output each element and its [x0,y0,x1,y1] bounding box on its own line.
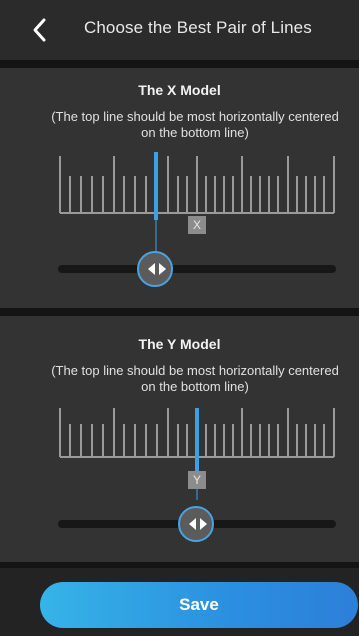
divider [0,562,359,568]
x-model-ruler [59,152,335,253]
back-button[interactable] [28,12,56,48]
left-right-arrows-icon [148,263,166,275]
chevron-left-icon [33,18,46,42]
left-right-arrows-icon [189,518,207,530]
x-top-line-marker [154,152,158,220]
y-model-slider-handle[interactable] [178,506,214,542]
x-model-slider-handle[interactable] [137,251,173,287]
y-top-line-marker [195,408,199,476]
x-bottom-scale [59,156,335,214]
save-button[interactable]: Save [40,582,358,628]
divider [0,308,359,316]
divider [0,60,359,68]
x-model-slider-track[interactable] [58,265,336,273]
y-model-panel: The Y Model (The top line should be most… [0,316,359,562]
y-model-description: (The top line should be most horizontall… [51,363,339,394]
x-model-title: The X Model [138,82,221,98]
header-bar: Choose the Best Pair of Lines [0,0,359,60]
page-title: Choose the Best Pair of Lines [84,18,312,37]
y-model-ruler [59,408,335,500]
y-model-badge: Y [188,471,206,489]
x-model-badge: X [188,216,206,234]
x-model-description: (The top line should be most horizontall… [51,109,339,140]
x-model-panel: The X Model (The top line should be most… [0,68,359,308]
y-model-title: The Y Model [138,336,221,352]
